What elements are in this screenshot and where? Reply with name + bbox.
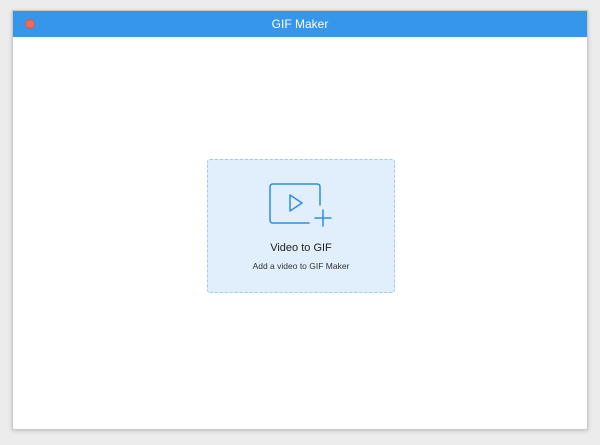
add-video-icon: [269, 183, 332, 227]
drop-zone-subtitle: Add a video to GIF Maker: [252, 261, 350, 271]
main-content: Video to GIF Add a video to GIF Maker: [13, 37, 587, 429]
add-video-drop-zone[interactable]: Video to GIF Add a video to GIF Maker: [207, 159, 395, 293]
app-window: GIF Maker Video to GIF Add a video to GI…: [12, 10, 588, 430]
title-bar: GIF Maker: [13, 11, 587, 37]
window-title: GIF Maker: [271, 17, 329, 31]
drop-zone-title: Video to GIF: [270, 242, 332, 254]
